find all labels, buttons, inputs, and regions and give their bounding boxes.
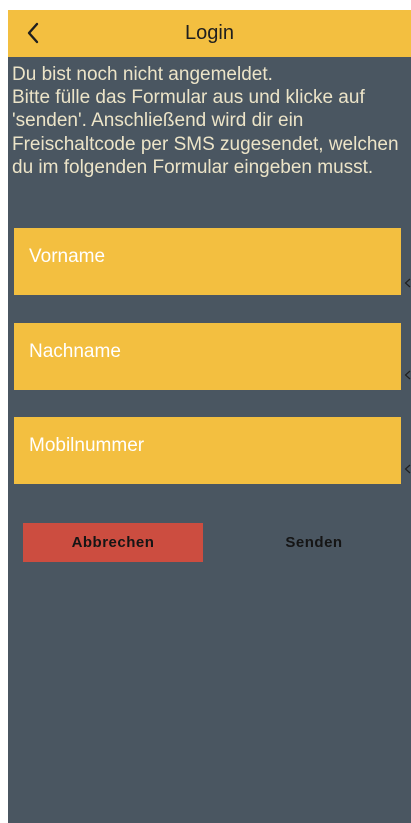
send-button[interactable]: Senden bbox=[224, 523, 404, 562]
chevron-left-icon bbox=[404, 278, 411, 288]
mobile-number-input[interactable] bbox=[14, 417, 401, 484]
last-name-field-wrapper bbox=[14, 323, 401, 390]
chevron-left-icon bbox=[404, 370, 411, 380]
header-bar: Login bbox=[8, 10, 411, 57]
intro-text: Du bist noch nicht angemeldet. Bitte fül… bbox=[12, 64, 399, 178]
chevron-left-icon bbox=[404, 464, 411, 474]
mobile-field-wrapper bbox=[14, 417, 401, 484]
first-name-field-wrapper bbox=[14, 228, 401, 295]
cancel-button[interactable]: Abbrechen bbox=[23, 523, 203, 562]
page-title: Login bbox=[185, 22, 234, 44]
back-button[interactable] bbox=[18, 16, 48, 50]
last-name-input[interactable] bbox=[14, 323, 401, 390]
app-screen: Login Du bist noch nicht angemeldet. Bit… bbox=[8, 10, 411, 823]
first-name-input[interactable] bbox=[14, 228, 401, 295]
chevron-left-icon bbox=[27, 22, 39, 44]
